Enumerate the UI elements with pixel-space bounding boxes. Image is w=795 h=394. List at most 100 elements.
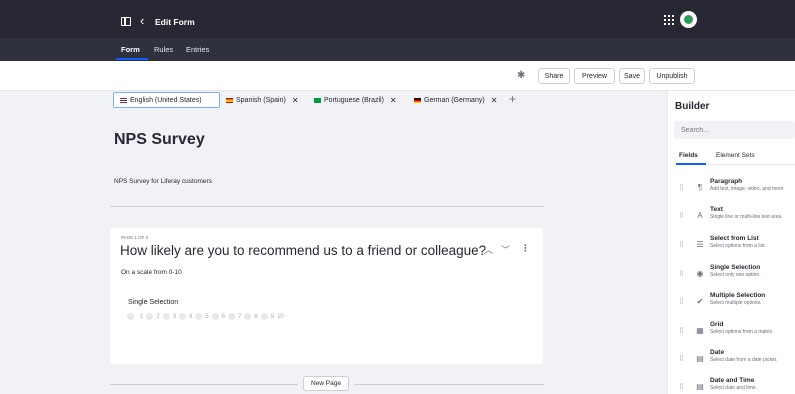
radio-label: 4 bbox=[189, 313, 193, 320]
builder-search-input[interactable] bbox=[674, 121, 795, 139]
paragraph-icon: ¶ bbox=[697, 182, 703, 192]
lang-tab-english[interactable]: English (United States) bbox=[113, 92, 220, 108]
sidebar-toggle-icon[interactable] bbox=[121, 17, 131, 26]
nps-scale: 1 2 3 4 5 6 7 8 9 10 bbox=[127, 313, 284, 320]
field-type-desc: Select date from a date picker. bbox=[710, 357, 778, 363]
radio-label: 10 bbox=[277, 313, 284, 320]
page-counter: PAGE 1 OF 2 bbox=[121, 235, 149, 240]
chevron-up-icon[interactable]: ︿ bbox=[484, 243, 493, 256]
field-type-name: Date bbox=[710, 349, 725, 356]
field-type-desc: Select only one option. bbox=[710, 272, 761, 278]
close-icon[interactable]: ✕ bbox=[390, 96, 397, 105]
check-circle-icon: ✔ bbox=[696, 296, 704, 306]
drag-handle-icon[interactable]: ⠿ bbox=[679, 327, 684, 335]
tab-fields[interactable]: Fields bbox=[679, 152, 698, 159]
grid-icon: ▦ bbox=[696, 325, 704, 335]
field-type-name: Single Selection bbox=[710, 264, 761, 271]
field-label: Single Selection bbox=[128, 299, 179, 306]
more-options-icon[interactable]: ⋮ bbox=[521, 243, 530, 254]
save-button[interactable]: Save bbox=[619, 68, 645, 84]
spain-flag-icon bbox=[226, 97, 233, 103]
radio-option[interactable] bbox=[228, 313, 236, 320]
share-button[interactable]: Share bbox=[538, 68, 570, 84]
radio-option[interactable] bbox=[244, 313, 252, 320]
drag-handle-icon[interactable]: ⠿ bbox=[679, 270, 684, 278]
lang-label: English (United States) bbox=[130, 96, 202, 104]
apps-grid-icon[interactable] bbox=[664, 15, 674, 25]
new-page-button[interactable]: New Page bbox=[303, 376, 349, 391]
divider bbox=[110, 206, 544, 207]
drag-handle-icon[interactable]: ⠿ bbox=[679, 298, 684, 306]
back-chevron-icon[interactable]: ‹ bbox=[140, 14, 144, 27]
field-type-name: Paragraph bbox=[710, 178, 743, 185]
field-type-multiple-selection[interactable]: ⠿ ✔ Multiple Selection Select multiple o… bbox=[675, 292, 795, 318]
germany-flag-icon bbox=[414, 97, 421, 103]
field-type-name: Grid bbox=[710, 321, 724, 328]
form-title[interactable]: NPS Survey bbox=[114, 131, 205, 149]
lang-label: German (Germany) bbox=[424, 96, 485, 104]
radio-option[interactable] bbox=[179, 313, 187, 320]
field-type-date[interactable]: ⠿ ▤ Date Select date from a date picker. bbox=[675, 349, 795, 375]
lang-tab-german[interactable]: German (Germany) ✕ bbox=[414, 92, 497, 108]
builder-title: Builder bbox=[675, 101, 710, 112]
add-language-icon[interactable]: + bbox=[509, 92, 516, 106]
question-title[interactable]: How likely are you to recommend us to a … bbox=[120, 243, 486, 258]
radio-option[interactable] bbox=[127, 313, 134, 320]
lang-tab-portuguese[interactable]: Portuguese (Brazil) ✕ bbox=[314, 92, 397, 108]
list-icon: ☰ bbox=[696, 239, 704, 249]
field-type-text[interactable]: ⠿ A Text Single line or multi-line text … bbox=[675, 206, 795, 232]
field-type-name: Date and Time bbox=[710, 377, 755, 384]
lang-label: Spanish (Spain) bbox=[236, 96, 286, 104]
lang-tab-spanish[interactable]: Spanish (Spain) ✕ bbox=[226, 92, 299, 108]
us-flag-icon bbox=[120, 97, 127, 103]
radio-label: 1 bbox=[140, 313, 144, 320]
field-type-paragraph[interactable]: ⠿ ¶ Paragraph Add text, image, video, an… bbox=[675, 178, 795, 204]
active-tab-indicator bbox=[676, 163, 706, 165]
radio-option[interactable] bbox=[211, 313, 219, 320]
unpublish-button[interactable]: Unpublish bbox=[649, 68, 695, 84]
tab-rules[interactable]: Rules bbox=[154, 45, 173, 54]
divider bbox=[354, 384, 544, 385]
field-type-grid[interactable]: ⠿ ▦ Grid Select options from a matrix. bbox=[675, 321, 795, 347]
lang-label: Portuguese (Brazil) bbox=[324, 96, 384, 104]
field-type-desc: Select multiple options. bbox=[710, 300, 762, 306]
field-type-name: Select from List bbox=[710, 235, 759, 242]
calendar-clock-icon: ▤ bbox=[696, 381, 704, 391]
preview-button[interactable]: Preview bbox=[574, 68, 615, 84]
radio-option[interactable] bbox=[195, 313, 203, 320]
question-description: On a scale from 0-10 bbox=[121, 269, 182, 276]
divider bbox=[110, 384, 298, 385]
settings-gear-icon[interactable]: ✱ bbox=[517, 70, 525, 81]
radio-label: 3 bbox=[172, 313, 177, 320]
drag-handle-icon[interactable]: ⠿ bbox=[679, 241, 684, 249]
tab-form[interactable]: Form bbox=[121, 45, 140, 54]
drag-handle-icon[interactable]: ⠿ bbox=[679, 212, 684, 220]
drag-handle-icon[interactable]: ⠿ bbox=[679, 184, 684, 192]
radio-option[interactable] bbox=[162, 313, 170, 320]
tab-entries[interactable]: Entries bbox=[186, 45, 209, 54]
field-type-single-selection[interactable]: ⠿ ◉ Single Selection Select only one opt… bbox=[675, 264, 795, 290]
user-avatar[interactable] bbox=[680, 11, 697, 28]
tab-element-sets[interactable]: Element Sets bbox=[716, 152, 755, 159]
radio-label: 5 bbox=[205, 313, 209, 320]
field-type-select[interactable]: ⠿ ☰ Select from List Select options from… bbox=[675, 235, 795, 261]
brazil-flag-icon bbox=[314, 97, 321, 103]
form-description[interactable]: NPS Survey for Liferay customers bbox=[114, 178, 212, 185]
close-icon[interactable]: ✕ bbox=[292, 96, 299, 105]
radio-label: 7 bbox=[238, 313, 242, 320]
field-type-desc: Select options from a matrix. bbox=[710, 329, 774, 335]
radio-option[interactable] bbox=[260, 313, 268, 320]
field-type-desc: Single line or multi-line text area. bbox=[710, 214, 783, 220]
management-bar bbox=[0, 0, 795, 38]
calendar-icon: ▤ bbox=[696, 353, 704, 363]
field-type-date-time[interactable]: ⠿ ▤ Date and Time Select date and time. bbox=[675, 377, 795, 394]
close-icon[interactable]: ✕ bbox=[491, 96, 498, 105]
drag-handle-icon[interactable]: ⠿ bbox=[679, 355, 684, 363]
chevron-down-icon[interactable]: ﹀ bbox=[501, 243, 510, 256]
drag-handle-icon[interactable]: ⠿ bbox=[679, 383, 684, 391]
text-icon: A bbox=[697, 210, 703, 220]
radio-option[interactable] bbox=[146, 313, 154, 320]
field-type-desc: Select date and time. bbox=[710, 385, 757, 391]
field-type-desc: Select options from a list. bbox=[710, 243, 766, 249]
field-type-name: Text bbox=[710, 206, 723, 213]
